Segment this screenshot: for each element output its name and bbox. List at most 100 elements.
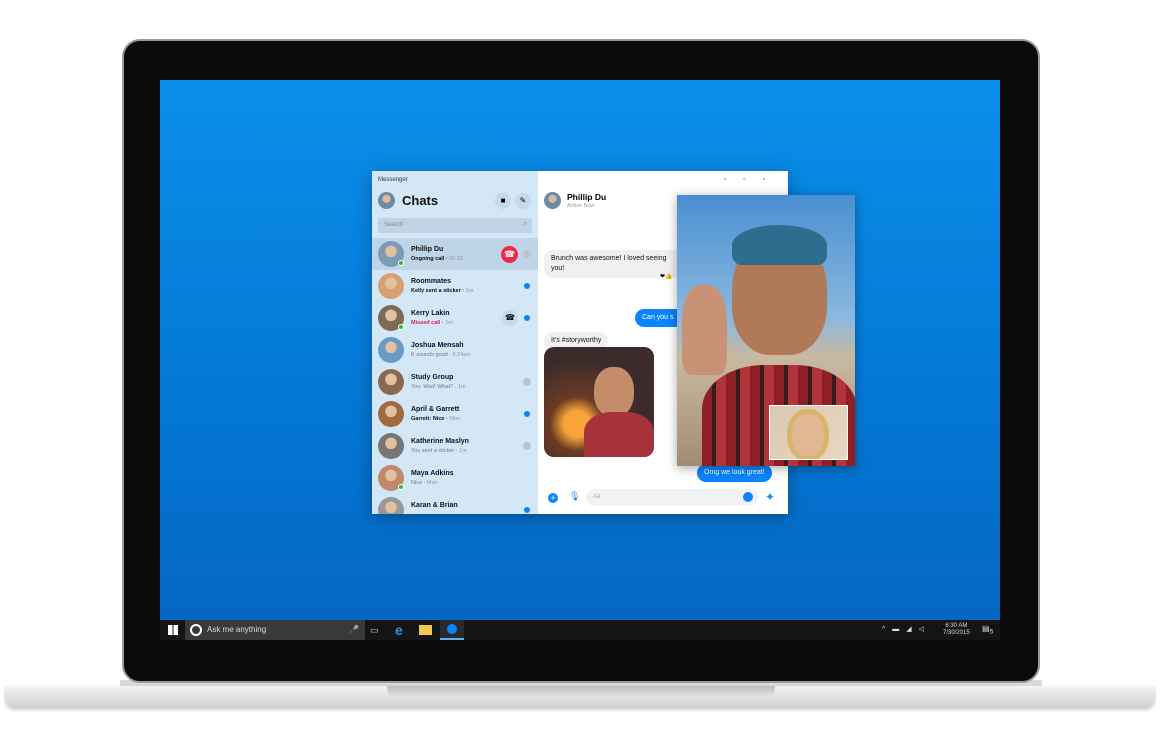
- chat-avatar: [378, 433, 404, 459]
- read-receipt-icon: [523, 442, 531, 450]
- profile-avatar[interactable]: [378, 192, 395, 209]
- unread-indicator: [524, 283, 530, 289]
- snippet-time: 1m: [465, 288, 474, 294]
- chat-snippet: Missed call · 1m: [411, 320, 453, 326]
- clock-time: 6:30 AM: [945, 623, 968, 629]
- unread-indicator: [524, 507, 530, 513]
- clock[interactable]: 6:30 AM 7/30/2015: [943, 623, 970, 637]
- reactions: ❤👍: [660, 274, 673, 280]
- search-placeholder: Search: [384, 222, 404, 228]
- file-explorer-icon[interactable]: [419, 625, 432, 635]
- chat-snippet: You: Wait! What? · 1m: [411, 384, 466, 390]
- search-icon: ⌕: [523, 221, 527, 227]
- snippet-text: Ongoing call: [411, 256, 445, 262]
- snippet-text: Nice: [411, 480, 423, 486]
- chat-list-item[interactable]: Karan & Brian: [372, 494, 538, 514]
- desktop: Messenger Chats ■ ✎ Search ⌕ Phillip Du On…: [160, 80, 1000, 640]
- chat-avatar: [378, 337, 404, 363]
- snippet-text: Garrett: Nice: [411, 416, 445, 422]
- contact-avatar: [544, 192, 561, 209]
- chat-name: Study Group: [411, 374, 454, 381]
- read-receipt-icon: [523, 250, 531, 258]
- chat-snippet: K sounds good · 8:24am: [411, 352, 471, 358]
- self-view-video[interactable]: [769, 405, 848, 460]
- snippet-time: 1m: [445, 320, 453, 326]
- composer-placeholder: Aa: [593, 494, 601, 500]
- snippet-time: 00:33: [449, 256, 463, 262]
- microphone-icon[interactable]: 🎤: [349, 620, 359, 640]
- notification-center-icon[interactable]: ▤5: [982, 625, 993, 636]
- online-indicator: [398, 484, 404, 490]
- chat-list-item[interactable]: Study Group You: Wait! What? · 1m: [372, 366, 538, 398]
- chat-list-item[interactable]: April & Garrett Garrett: Nice · Mon: [372, 398, 538, 430]
- cortana-placeholder: Ask me anything: [207, 625, 267, 634]
- snippet-text: You sent a sticker: [411, 448, 455, 454]
- chat-name: Katherine Maslyn: [411, 438, 469, 445]
- chat-list-item[interactable]: Roommates Kelly sent a sticker · 1m: [372, 270, 538, 302]
- system-tray-icons[interactable]: ^▬◢◁: [882, 626, 931, 633]
- read-receipt-icon: [523, 378, 531, 386]
- butterfly-sticker-icon[interactable]: ✦: [765, 490, 775, 504]
- chat-name: Kerry Lakin: [411, 310, 450, 317]
- online-indicator: [398, 260, 404, 266]
- taskbar: Ask me anything 🎤 ▭ e ^▬◢◁ 6:30 AM 7/30/20…: [160, 620, 1000, 640]
- clock-date: 7/30/2015: [943, 630, 970, 636]
- end-call-button[interactable]: ☎: [501, 246, 518, 263]
- cortana-icon: [190, 624, 202, 636]
- chat-avatar: [378, 273, 404, 299]
- app-title: Messenger: [378, 177, 408, 183]
- chat-avatar: [378, 401, 404, 427]
- message-input[interactable]: Aa: [586, 489, 758, 506]
- notification-count: 5: [989, 628, 994, 636]
- video-call-icon[interactable]: ■: [495, 193, 511, 209]
- search-input[interactable]: Search ⌕: [378, 218, 532, 233]
- snippet-text: Kelly sent a sticker: [411, 288, 461, 294]
- chats-heading: Chats: [402, 193, 439, 208]
- microphone-icon[interactable]: 🎙: [569, 491, 580, 502]
- emoji-icon[interactable]: [743, 492, 753, 502]
- snippet-text: Missed call: [411, 320, 441, 326]
- chat-list-item[interactable]: Phillip Du Ongoing call · 00:33 ☎: [372, 238, 538, 270]
- window-controls[interactable]: ▫▫▫: [724, 176, 782, 183]
- snippet-time: Mon: [449, 416, 460, 422]
- unread-indicator: [524, 411, 530, 417]
- call-back-button[interactable]: ☎: [502, 310, 518, 326]
- snippet-time: 1m: [457, 384, 466, 390]
- shared-photo[interactable]: [544, 347, 654, 457]
- chat-name: Maya Adkins: [411, 470, 454, 477]
- cortana-search[interactable]: Ask me anything 🎤: [185, 620, 365, 640]
- unread-indicator: [524, 315, 530, 321]
- snippet-text: You: Wait! What?: [411, 384, 454, 390]
- chat-snippet: Ongoing call · 00:33: [411, 256, 463, 262]
- chat-list-item[interactable]: Kerry Lakin Missed call · 1m ☎: [372, 302, 538, 334]
- chat-name: Karan & Brian: [411, 502, 458, 509]
- message-bubble: Omg we look great!: [697, 464, 772, 482]
- add-icon[interactable]: +: [548, 493, 558, 503]
- chat-list-item[interactable]: Joshua Mensah K sounds good · 8:24am: [372, 334, 538, 366]
- chat-avatar: [378, 369, 404, 395]
- edge-icon[interactable]: e: [395, 620, 403, 640]
- messenger-taskbar-icon[interactable]: [440, 620, 464, 640]
- chat-snippet: Kelly sent a sticker · 1m: [411, 288, 474, 294]
- online-indicator: [398, 324, 404, 330]
- chat-list-item[interactable]: Maya Adkins Nice · Mon: [372, 462, 538, 494]
- snippet-time: Mon: [426, 480, 438, 486]
- chat-name: Roommates: [411, 278, 452, 285]
- video-call-window[interactable]: [677, 195, 855, 466]
- laptop-notch: [387, 686, 775, 698]
- chat-name: Joshua Mensah: [411, 342, 464, 349]
- contact-name: Phillip Du: [567, 192, 607, 202]
- chat-snippet: You sent a sticker · 1m: [411, 448, 467, 454]
- presence-status: Active Now: [567, 203, 595, 209]
- compose-icon[interactable]: ✎: [515, 193, 531, 209]
- chat-list-item[interactable]: Katherine Maslyn You sent a sticker · 1m: [372, 430, 538, 462]
- chat-avatar: [378, 497, 404, 514]
- task-view-icon[interactable]: ▭: [370, 620, 379, 640]
- snippet-time: 1m: [459, 448, 467, 454]
- chat-snippet: Garrett: Nice · Mon: [411, 416, 460, 422]
- chat-name: April & Garrett: [411, 406, 460, 413]
- chat-sidebar: Messenger Chats ■ ✎ Search ⌕ Phillip Du On…: [372, 171, 538, 514]
- chat-snippet: Nice · Mon: [411, 480, 438, 486]
- snippet-time: 8:24am: [452, 352, 471, 358]
- windows-start-icon[interactable]: [168, 625, 178, 635]
